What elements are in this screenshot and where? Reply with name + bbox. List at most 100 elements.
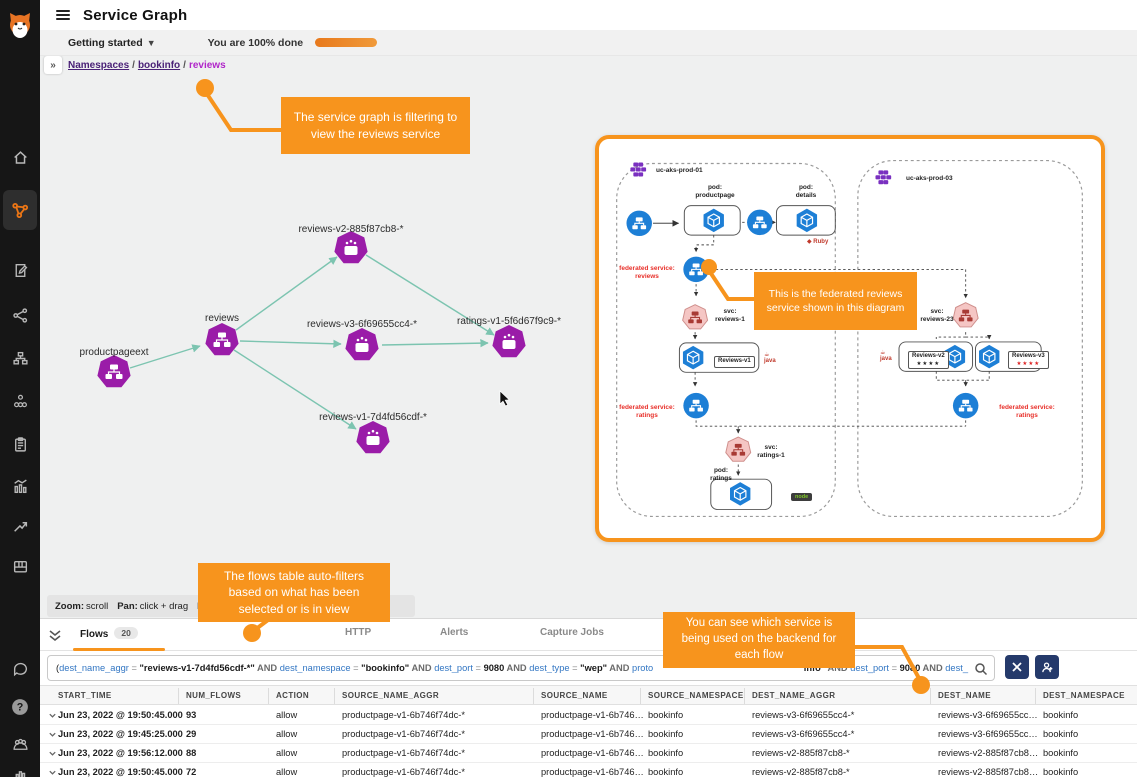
clear-filter-button[interactable]	[1005, 655, 1029, 679]
row-expand-chevron-icon[interactable]	[48, 711, 57, 720]
column-header-source_namespace[interactable]: SOURCE_NAMESPACE	[648, 691, 744, 700]
table-cell: allow	[276, 748, 297, 758]
table-row[interactable]: Jun 23, 2022 @ 19:56:12.00088allowproduc…	[40, 744, 1137, 763]
diagram-icon-svcB	[683, 257, 708, 282]
graph-node-reviews-v1[interactable]: reviews-v1-7d4fd56cdf-*	[319, 412, 427, 453]
tab-alerts[interactable]: Alerts	[440, 627, 468, 638]
sidebar-item-clusters[interactable]	[0, 384, 40, 418]
getting-started-bar: Getting started ▼ You are 100% done	[40, 30, 1137, 56]
row-expand-chevron-icon[interactable]	[48, 768, 57, 777]
column-header-dest_name[interactable]: DEST_NAME	[938, 691, 991, 700]
tab-flows[interactable]: Flows20	[80, 627, 138, 640]
table-cell: Jun 23, 2022 @ 19:56:12.000	[58, 748, 183, 758]
hamburger-menu-icon[interactable]	[56, 10, 70, 20]
table-cell: allow	[276, 729, 297, 739]
graph-node-ratings-v1[interactable]: ratings-v1-5f6d67f9c9-*	[457, 316, 561, 357]
callout-filtering: The service graph is filtering to view t…	[281, 97, 470, 154]
search-icon	[974, 662, 988, 676]
service-graph-icon	[11, 201, 30, 220]
row-expand-chevron-icon[interactable]	[48, 749, 57, 758]
callout-backend: You can see which service is being used …	[663, 612, 855, 668]
svc-reviews-1-label: svc:reviews-1	[715, 308, 745, 325]
graph-node-label: productpageext	[80, 347, 149, 358]
sidebar-item-activity[interactable]	[0, 469, 40, 503]
graph-node-productpageext[interactable]: productpageext	[80, 347, 149, 387]
federated-service-reviews-label: federated service:reviews	[619, 265, 675, 282]
add-user-icon	[1041, 661, 1054, 674]
table-cell: bookinfo	[1043, 748, 1078, 758]
calico-cat-logo[interactable]	[0, 6, 40, 46]
table-cell: Jun 23, 2022 @ 19:50:45.000	[58, 710, 183, 720]
sidebar-item-compliance[interactable]	[0, 427, 40, 461]
org-tree-icon	[12, 350, 29, 367]
flows-count-badge: 20	[114, 627, 137, 639]
getting-started-dropdown[interactable]: Getting started	[68, 37, 143, 49]
service-graph-canvas[interactable]: » Namespaces/bookinfo/reviews productpag…	[40, 56, 1137, 618]
cluster-right-name: uc-aks-prod-03	[906, 175, 953, 183]
flows-panel: Flows20 HTTP Alerts Capture Jobs (dest_n…	[40, 618, 1137, 777]
sidebar-item-users[interactable]	[0, 727, 40, 761]
graph-node-label: reviews-v2-885f87cb8-*	[298, 224, 403, 235]
architecture-diagram-graphics	[599, 139, 1101, 538]
filter-query-row: (dest_name_aggr = "reviews-v1-7d4fd56cdf…	[40, 652, 1137, 685]
column-header-source_name[interactable]: SOURCE_NAME	[541, 691, 608, 700]
sidebar: ?	[0, 0, 40, 777]
table-cell: productpage-v1-6b746…	[541, 710, 644, 720]
table-cell: allow	[276, 767, 297, 777]
black-stars: ★★★★	[912, 361, 945, 367]
table-cell: productpage-v1-6b746…	[541, 748, 644, 758]
filter-query-text-left: (dest_name_aggr = "reviews-v1-7d4fd56cdf…	[56, 663, 656, 673]
storage-box-icon	[12, 558, 29, 575]
table-row[interactable]: Jun 23, 2022 @ 19:50:45.00093allowproduc…	[40, 706, 1137, 725]
table-cell: productpage-v1-6b746…	[541, 767, 644, 777]
progress-bar	[315, 38, 377, 47]
page-title: Service Graph	[83, 7, 187, 24]
progress-status: You are 100% done	[208, 37, 304, 49]
column-header-action[interactable]: ACTION	[276, 691, 309, 700]
column-header-source_name_aggr[interactable]: SOURCE_NAME_AGGR	[342, 691, 439, 700]
sidebar-item-storage[interactable]	[0, 549, 40, 583]
sidebar-item-help[interactable]: ?	[0, 690, 40, 724]
table-cell: productpage-v1-6b746f74dc-*	[342, 729, 465, 739]
table-cell: 29	[186, 729, 196, 739]
diagram-icon-svcB	[626, 211, 651, 236]
table-row[interactable]: Jun 23, 2022 @ 19:50:45.00072allowproduc…	[40, 763, 1137, 777]
user-filter-button[interactable]	[1035, 655, 1059, 679]
table-cell: productpage-v1-6b746…	[541, 729, 644, 739]
table-cell: 93	[186, 710, 196, 720]
svc-ratings-1-label: svc:ratings-1	[757, 444, 784, 461]
tab-capture-jobs[interactable]: Capture Jobs	[540, 627, 604, 638]
diagram-icon-pods	[875, 170, 891, 184]
sidebar-item-trends[interactable]	[0, 509, 40, 543]
table-cell: reviews-v2-885f87cb8…	[938, 767, 1038, 777]
tab-http[interactable]: HTTP	[345, 627, 371, 638]
column-header-dest_name_aggr[interactable]: DEST_NAME_AGGR	[752, 691, 835, 700]
collapse-panel-icon[interactable]	[48, 628, 62, 642]
graph-node-reviews-v3[interactable]: reviews-v3-6f69655cc4-*	[307, 319, 417, 360]
graph-node-label: reviews	[205, 313, 239, 324]
table-cell: bookinfo	[648, 710, 683, 720]
flows-table-body: Jun 23, 2022 @ 19:50:45.00093 allow produc…	[40, 706, 1137, 777]
column-header-start_time[interactable]: START_TIME	[58, 691, 112, 700]
cluster-left-name: uc-aks-prod-01	[656, 167, 703, 175]
table-row[interactable]: Jun 23, 2022 @ 19:45:25.00029allowproduc…	[40, 725, 1137, 744]
graph-node-reviews[interactable]: reviews	[205, 313, 239, 355]
sidebar-item-network-sets[interactable]	[0, 298, 40, 332]
sidebar-item-reports[interactable]	[0, 757, 40, 777]
chat-bubble-icon	[12, 661, 29, 678]
column-header-dest_namespace[interactable]: DEST_NAMESPACE	[1043, 691, 1125, 700]
row-expand-chevron-icon[interactable]	[48, 730, 57, 739]
sidebar-item-chat[interactable]	[0, 652, 40, 686]
sidebar-item-hierarchy[interactable]	[0, 341, 40, 375]
sidebar-item-policies[interactable]	[0, 253, 40, 287]
sidebar-item-home[interactable]	[0, 140, 40, 174]
column-header-num_flows[interactable]: NUM_FLOWS	[186, 691, 241, 700]
graph-node-label: ratings-v1-5f6d67f9c9-*	[457, 316, 561, 327]
table-cell: reviews-v2-885f87cb8…	[938, 748, 1038, 758]
mouse-cursor	[500, 391, 509, 406]
sidebar-item-service-graph[interactable]	[3, 190, 37, 230]
graph-edge	[382, 343, 488, 345]
trend-arrow-icon	[12, 518, 29, 535]
java-logo-right: ☕java	[880, 349, 892, 362]
graph-node-reviews-v2[interactable]: reviews-v2-885f87cb8-*	[298, 224, 403, 263]
